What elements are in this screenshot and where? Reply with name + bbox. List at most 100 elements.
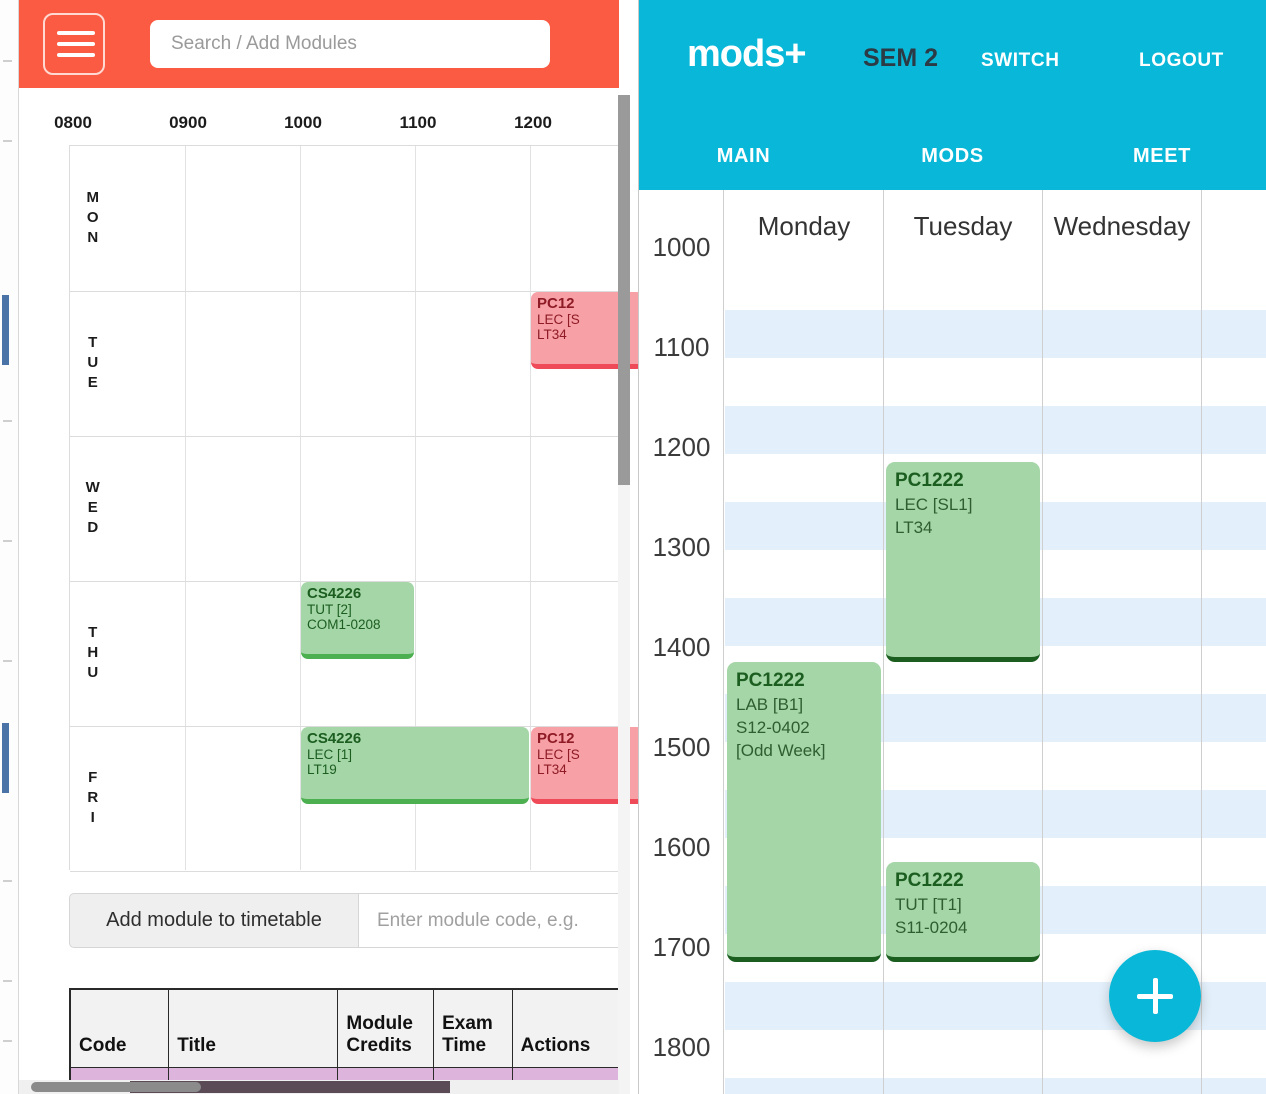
- day-label-column: MON TUE WED THU FRI: [69, 145, 117, 870]
- day-header-monday: Monday: [725, 190, 884, 262]
- half-hour-band: [1202, 406, 1266, 454]
- event-class-type: LEC [1]: [307, 746, 353, 762]
- half-hour-band: [884, 406, 1042, 454]
- column-header-credits: Module Credits: [337, 988, 435, 1068]
- tab-main[interactable]: MAIN: [639, 122, 848, 190]
- half-hour-band: [1043, 502, 1201, 550]
- half-hour-band: [1043, 1078, 1201, 1094]
- sliver-artifact: [2, 723, 9, 793]
- event-venue: LT19: [307, 762, 337, 777]
- half-hour-band: [884, 694, 1042, 742]
- half-hour-band: [725, 1078, 883, 1094]
- logout-button[interactable]: LOGOUT: [1139, 50, 1224, 72]
- half-hour-band: [725, 406, 883, 454]
- half-hour-band: [1202, 790, 1266, 838]
- half-hour-band: [1202, 694, 1266, 742]
- day-header-partial: [1202, 190, 1266, 262]
- calendar-event[interactable]: PC1222 LAB [B1] S12-0402 [Odd Week]: [727, 662, 881, 962]
- sliver-artifact: [2, 295, 9, 365]
- grid-hline: [70, 871, 623, 872]
- time-tick-label: 1200: [514, 113, 552, 132]
- time-tick-label: 1100: [399, 113, 437, 132]
- module-table: Code Title Module Credits Exam Time Acti…: [69, 988, 629, 1094]
- time-tick-label: 0900: [169, 113, 207, 132]
- half-hour-band: [884, 790, 1042, 838]
- screen-root: Search / Add Modules 0800 0900 1000 1100 120…: [0, 0, 1266, 1094]
- add-event-fab[interactable]: [1109, 950, 1201, 1042]
- calendar-time-label: 1400: [652, 632, 711, 662]
- calendar-time-label: 1800: [652, 1032, 711, 1062]
- half-hour-band: [725, 502, 883, 550]
- half-hour-band: [1202, 982, 1266, 1030]
- timetable-event[interactable]: CS4226 TUT [2] COM1-0208: [301, 582, 414, 659]
- app-tabs: MAIN MODS MEET: [639, 122, 1266, 190]
- half-hour-band: [884, 982, 1042, 1030]
- search-input[interactable]: Search / Add Modules: [150, 20, 550, 68]
- half-hour-band: [884, 1078, 1042, 1094]
- mods-plus-app: mods+ SEM 2 SWITCH LOGOUT MAIN MODS MEET…: [638, 0, 1266, 1094]
- event-class-type: LAB [B1]: [736, 695, 804, 714]
- day-column-tuesday[interactable]: PC1222 LEC [SL1] LT34 PC1222 TUT [T1] S11-020…: [884, 262, 1043, 1094]
- event-venue: S12-0402: [736, 718, 810, 737]
- half-hour-band: [1202, 310, 1266, 358]
- calendar-time-gutter: 1000 1100 1200 1300 1400 1500 1600 1700 1800: [639, 190, 724, 1094]
- half-hour-band: [1043, 694, 1201, 742]
- event-code: PC1222: [895, 470, 964, 491]
- day-column-partial[interactable]: [1202, 262, 1266, 1094]
- event-class-type: TUT [2]: [307, 601, 352, 617]
- add-module-row: Add module to timetable Enter module cod…: [69, 893, 629, 948]
- tab-meet[interactable]: MEET: [1057, 122, 1266, 190]
- event-class-type: LEC [SL1]: [895, 495, 973, 514]
- calendar-time-label: 1700: [652, 932, 711, 962]
- module-code-input[interactable]: Enter module code, e.g.: [359, 893, 629, 948]
- calendar-time-label: 1100: [653, 332, 710, 362]
- horizontal-scrollbar-thumb[interactable]: [31, 1082, 201, 1092]
- event-venue: COM1-0208: [307, 617, 381, 632]
- grid-hline: [70, 436, 623, 437]
- half-hour-band: [1202, 1078, 1266, 1094]
- half-hour-band: [1202, 502, 1266, 550]
- tab-mods[interactable]: MODS: [848, 122, 1057, 190]
- half-hour-band: [1043, 886, 1201, 934]
- half-hour-band: [1202, 598, 1266, 646]
- half-hour-band: [1043, 406, 1201, 454]
- calendar-event[interactable]: PC1222 LEC [SL1] LT34: [886, 462, 1040, 662]
- table-header-row: Code Title Module Credits Exam Time Acti…: [69, 988, 629, 1068]
- left-timetable-window: Search / Add Modules 0800 0900 1000 1100 120…: [19, 0, 638, 1094]
- day-column-monday[interactable]: PC1222LAB [B1]S12-0402[Odd Week]CS3216: [725, 262, 884, 1094]
- add-module-button[interactable]: Add module to timetable: [69, 893, 359, 948]
- event-venue: LT34: [895, 518, 933, 537]
- half-hour-band: [1043, 310, 1201, 358]
- day-label-thu: THU: [87, 623, 99, 681]
- event-code: PC1222: [895, 870, 964, 891]
- day-header-tuesday: Tuesday: [884, 190, 1043, 262]
- calendar-time-label: 1200: [652, 432, 711, 462]
- column-header-code: Code: [69, 988, 170, 1068]
- plus-icon: [1137, 994, 1173, 999]
- half-hour-band: [1202, 886, 1266, 934]
- column-header-actions: Actions: [511, 988, 629, 1068]
- timetable-event[interactable]: CS4226 LEC [1] LT19: [301, 727, 529, 804]
- calendar-time-label: 1000: [652, 232, 711, 262]
- vertical-scrollbar-thumb[interactable]: [618, 95, 630, 485]
- time-tick-label: 1000: [284, 113, 322, 132]
- left-panel-body: 0800 0900 1000 1100 1200 PC12 LEC [S LT34 CS422…: [19, 88, 638, 1094]
- event-code: CS4226: [307, 585, 362, 602]
- calendar-time-label: 1300: [652, 532, 711, 562]
- calendar-event[interactable]: PC1222 TUT [T1] S11-0204: [886, 862, 1040, 962]
- time-tick-label: 0800: [54, 113, 92, 132]
- hamburger-icon[interactable]: [43, 13, 105, 75]
- day-label-fri: FRI: [87, 768, 99, 826]
- event-code: PC1222: [736, 670, 805, 691]
- half-hour-band: [725, 598, 883, 646]
- adjacent-window-sliver: [0, 0, 19, 1094]
- column-header-title: Title: [168, 988, 339, 1068]
- event-class-type: TUT [T1]: [895, 895, 962, 914]
- half-hour-band: [884, 310, 1042, 358]
- day-label-tue: TUE: [87, 333, 99, 391]
- switch-button[interactable]: SWITCH: [981, 50, 1060, 72]
- calendar-time-label: 1500: [652, 732, 711, 762]
- day-label-mon: MON: [86, 188, 100, 246]
- time-axis: 0800 0900 1000 1100 1200: [54, 113, 629, 141]
- event-code: CS4226: [307, 730, 362, 747]
